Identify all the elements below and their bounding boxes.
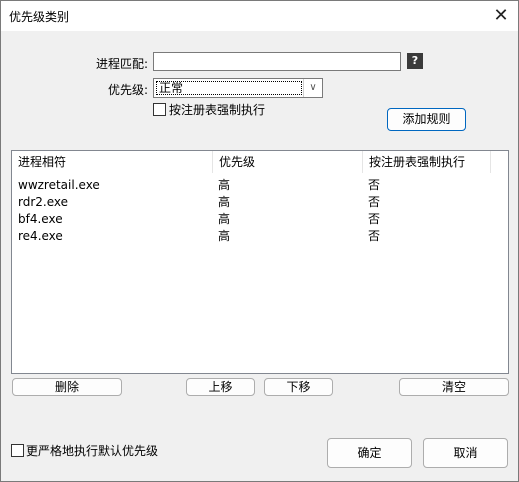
row-process: wwzretail.exe: [18, 178, 100, 192]
close-icon[interactable]: ✕: [490, 5, 512, 27]
row-priority: 高: [218, 212, 231, 226]
row-process: rdr2.exe: [18, 195, 69, 209]
priority-class-dialog: 优先级类别 ✕ 进程匹配: ? 优先级: 正常 ∨ 按注册表强制执行 添加规则 …: [0, 0, 519, 482]
move-up-button[interactable]: 上移: [186, 378, 255, 396]
row-priority: 高: [218, 178, 231, 192]
row-process: bf4.exe: [18, 212, 63, 226]
clear-button[interactable]: 清空: [399, 378, 509, 396]
help-icon[interactable]: ?: [407, 53, 423, 69]
row-process: re4.exe: [18, 229, 63, 243]
priority-selected-value: 正常: [156, 81, 302, 95]
strict-default-priority-checkbox[interactable]: [11, 444, 24, 457]
row-priority: 高: [218, 229, 231, 243]
window-title: 优先级类别: [9, 10, 70, 24]
rules-list[interactable]: 进程相符 优先级 按注册表强制执行 wwzretail.exe 高 否 rdr2…: [11, 150, 509, 374]
delete-button[interactable]: 删除: [12, 378, 122, 396]
priority-label: 优先级:: [108, 83, 149, 97]
title-bar: 优先级类别 ✕: [1, 1, 518, 31]
ok-button[interactable]: 确定: [327, 438, 412, 468]
cancel-button[interactable]: 取消: [423, 438, 508, 468]
column-header-process[interactable]: 进程相符: [12, 151, 213, 173]
row-priority: 高: [218, 195, 231, 209]
registry-enforce-checkbox[interactable]: [153, 103, 166, 116]
row-registry: 否: [368, 195, 381, 209]
column-header-priority[interactable]: 优先级: [213, 151, 363, 173]
registry-enforce-label: 按注册表强制执行: [169, 103, 266, 117]
column-header-registry[interactable]: 按注册表强制执行: [363, 151, 491, 173]
row-registry: 否: [368, 229, 381, 243]
process-match-input[interactable]: [153, 52, 401, 71]
chevron-down-icon[interactable]: ∨: [303, 79, 322, 97]
process-match-label: 进程匹配:: [96, 57, 149, 71]
add-rule-button[interactable]: 添加规则: [387, 108, 466, 131]
priority-select[interactable]: 正常 ∨: [153, 78, 323, 98]
strict-default-priority-label: 更严格地执行默认优先级: [26, 444, 159, 458]
move-down-button[interactable]: 下移: [264, 378, 333, 396]
row-registry: 否: [368, 178, 381, 192]
row-registry: 否: [368, 212, 381, 226]
